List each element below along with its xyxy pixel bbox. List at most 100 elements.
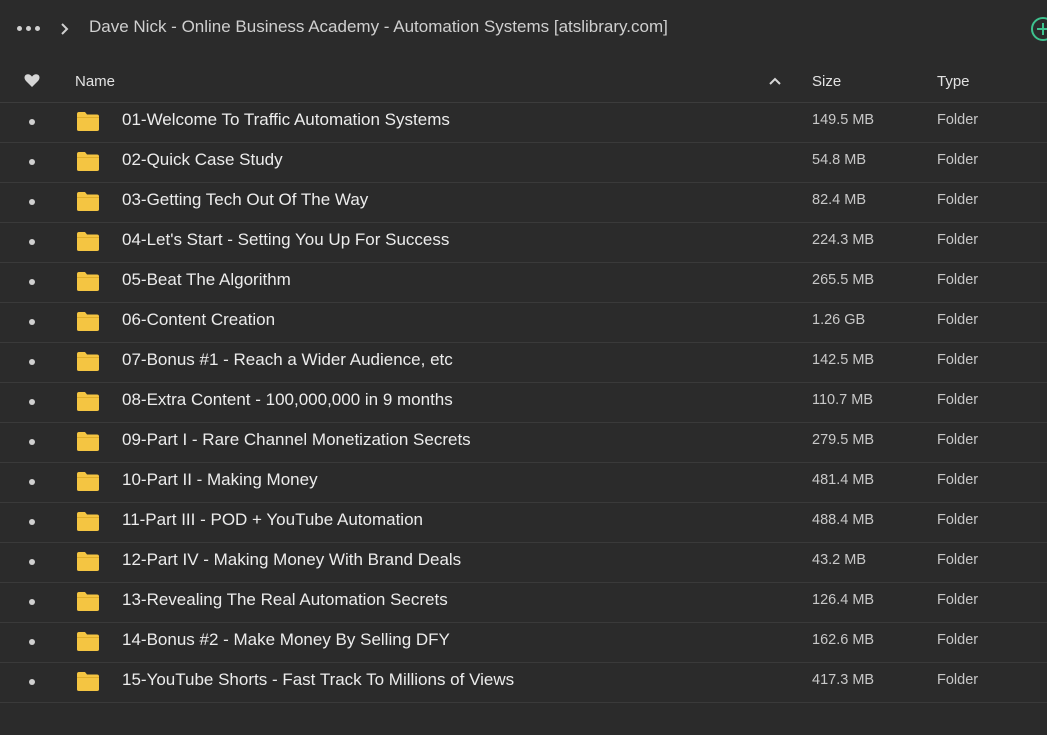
row-name[interactable]: 04-Let's Start - Setting You Up For Succ… bbox=[122, 230, 449, 250]
breadcrumb-current[interactable]: Dave Nick - Online Business Academy - Au… bbox=[89, 17, 668, 37]
row-type: Folder bbox=[937, 632, 979, 648]
folder-icon bbox=[77, 352, 99, 371]
column-header: Name Size Type bbox=[0, 60, 1047, 103]
row-size: 1.26 GB bbox=[812, 312, 866, 328]
favorite-dot-icon[interactable] bbox=[29, 599, 35, 605]
folder-icon bbox=[77, 232, 99, 251]
table-row[interactable]: 05-Beat The Algorithm 265.5 MB Folder bbox=[0, 262, 1047, 303]
favorite-dot-icon[interactable] bbox=[29, 279, 35, 285]
row-type: Folder bbox=[937, 672, 979, 688]
favorite-dot-icon[interactable] bbox=[29, 359, 35, 365]
row-size: 488.4 MB bbox=[812, 512, 875, 528]
row-name[interactable]: 06-Content Creation bbox=[122, 310, 275, 330]
row-type: Folder bbox=[937, 192, 979, 208]
favorite-dot-icon[interactable] bbox=[29, 159, 35, 165]
favorite-dot-icon[interactable] bbox=[29, 519, 35, 525]
folder-icon bbox=[77, 472, 99, 491]
favorite-dot-icon[interactable] bbox=[29, 679, 35, 685]
row-type: Folder bbox=[937, 112, 979, 128]
table-row[interactable]: 09-Part I - Rare Channel Monetization Se… bbox=[0, 422, 1047, 463]
row-type: Folder bbox=[937, 512, 979, 528]
folder-icon bbox=[77, 432, 99, 451]
row-name[interactable]: 07-Bonus #1 - Reach a Wider Audience, et… bbox=[122, 350, 453, 370]
folder-icon bbox=[77, 112, 99, 131]
row-name[interactable]: 13-Revealing The Real Automation Secrets bbox=[122, 590, 448, 610]
row-name[interactable]: 08-Extra Content - 100,000,000 in 9 mont… bbox=[122, 390, 453, 410]
row-name[interactable]: 12-Part IV - Making Money With Brand Dea… bbox=[122, 550, 461, 570]
table-row[interactable]: 15-YouTube Shorts - Fast Track To Millio… bbox=[0, 662, 1047, 703]
favorite-dot-icon[interactable] bbox=[29, 479, 35, 485]
row-size: 265.5 MB bbox=[812, 272, 875, 288]
row-name[interactable]: 10-Part II - Making Money bbox=[122, 470, 318, 490]
table-row[interactable]: 01-Welcome To Traffic Automation Systems… bbox=[0, 102, 1047, 143]
row-size: 224.3 MB bbox=[812, 232, 875, 248]
favorite-dot-icon[interactable] bbox=[29, 119, 35, 125]
table-row[interactable]: 13-Revealing The Real Automation Secrets… bbox=[0, 582, 1047, 623]
row-type: Folder bbox=[937, 312, 979, 328]
row-type: Folder bbox=[937, 592, 979, 608]
table-row[interactable]: 12-Part IV - Making Money With Brand Dea… bbox=[0, 542, 1047, 583]
column-header-type[interactable]: Type bbox=[937, 73, 970, 90]
table-row[interactable]: 11-Part III - POD + YouTube Automation 48… bbox=[0, 502, 1047, 543]
row-type: Folder bbox=[937, 232, 979, 248]
row-name[interactable]: 02-Quick Case Study bbox=[122, 150, 283, 170]
row-size: 279.5 MB bbox=[812, 432, 875, 448]
folder-icon bbox=[77, 272, 99, 291]
table-row[interactable]: 10-Part II - Making Money 481.4 MB Folder bbox=[0, 462, 1047, 503]
row-type: Folder bbox=[937, 552, 979, 568]
folder-icon bbox=[77, 312, 99, 331]
row-size: 417.3 MB bbox=[812, 672, 875, 688]
row-type: Folder bbox=[937, 432, 979, 448]
sort-ascending-icon[interactable] bbox=[768, 76, 782, 86]
row-size: 481.4 MB bbox=[812, 472, 875, 488]
favorite-dot-icon[interactable] bbox=[29, 199, 35, 205]
favorite-dot-icon[interactable] bbox=[29, 239, 35, 245]
row-name[interactable]: 09-Part I - Rare Channel Monetization Se… bbox=[122, 430, 471, 450]
row-name[interactable]: 14-Bonus #2 - Make Money By Selling DFY bbox=[122, 630, 450, 650]
row-name[interactable]: 11-Part III - POD + YouTube Automation bbox=[122, 510, 423, 530]
column-header-name[interactable]: Name bbox=[75, 73, 115, 90]
folder-icon bbox=[77, 552, 99, 571]
row-name[interactable]: 05-Beat The Algorithm bbox=[122, 270, 291, 290]
folder-icon bbox=[77, 632, 99, 651]
row-type: Folder bbox=[937, 392, 979, 408]
column-header-size[interactable]: Size bbox=[812, 73, 841, 90]
table-row[interactable]: 07-Bonus #1 - Reach a Wider Audience, et… bbox=[0, 342, 1047, 383]
row-type: Folder bbox=[937, 472, 979, 488]
table-row[interactable]: 04-Let's Start - Setting You Up For Succ… bbox=[0, 222, 1047, 263]
row-name[interactable]: 15-YouTube Shorts - Fast Track To Millio… bbox=[122, 670, 514, 690]
favorite-dot-icon[interactable] bbox=[29, 439, 35, 445]
more-dots-icon[interactable] bbox=[17, 26, 41, 32]
row-size: 162.6 MB bbox=[812, 632, 875, 648]
table-row[interactable]: 03-Getting Tech Out Of The Way 82.4 MB Fol… bbox=[0, 182, 1047, 223]
row-type: Folder bbox=[937, 152, 979, 168]
favorite-dot-icon[interactable] bbox=[29, 559, 35, 565]
row-size: 54.8 MB bbox=[812, 152, 866, 168]
row-size: 126.4 MB bbox=[812, 592, 875, 608]
favorite-dot-icon[interactable] bbox=[29, 399, 35, 405]
row-name[interactable]: 03-Getting Tech Out Of The Way bbox=[122, 190, 368, 210]
chevron-right-icon[interactable] bbox=[58, 20, 72, 38]
table-row[interactable]: 06-Content Creation 1.26 GB Folder bbox=[0, 302, 1047, 343]
row-type: Folder bbox=[937, 352, 979, 368]
folder-icon bbox=[77, 512, 99, 531]
top-bar: Dave Nick - Online Business Academy - Au… bbox=[0, 0, 1047, 58]
favorite-dot-icon[interactable] bbox=[29, 319, 35, 325]
row-size: 110.7 MB bbox=[812, 392, 873, 408]
table-row[interactable]: 14-Bonus #2 - Make Money By Selling DFY 1… bbox=[0, 622, 1047, 663]
folder-icon bbox=[77, 192, 99, 211]
folder-icon bbox=[77, 392, 99, 411]
folder-icon bbox=[77, 152, 99, 171]
folder-icon bbox=[77, 672, 99, 691]
favorite-dot-icon[interactable] bbox=[29, 639, 35, 645]
heart-icon[interactable] bbox=[24, 73, 40, 88]
row-size: 82.4 MB bbox=[812, 192, 866, 208]
add-circle-icon[interactable] bbox=[1030, 16, 1047, 42]
row-size: 142.5 MB bbox=[812, 352, 875, 368]
row-size: 43.2 MB bbox=[812, 552, 866, 568]
table-row[interactable]: 02-Quick Case Study 54.8 MB Folder bbox=[0, 142, 1047, 183]
row-name[interactable]: 01-Welcome To Traffic Automation Systems bbox=[122, 110, 450, 130]
folder-icon bbox=[77, 592, 99, 611]
table-row[interactable]: 08-Extra Content - 100,000,000 in 9 mont… bbox=[0, 382, 1047, 423]
row-type: Folder bbox=[937, 272, 979, 288]
